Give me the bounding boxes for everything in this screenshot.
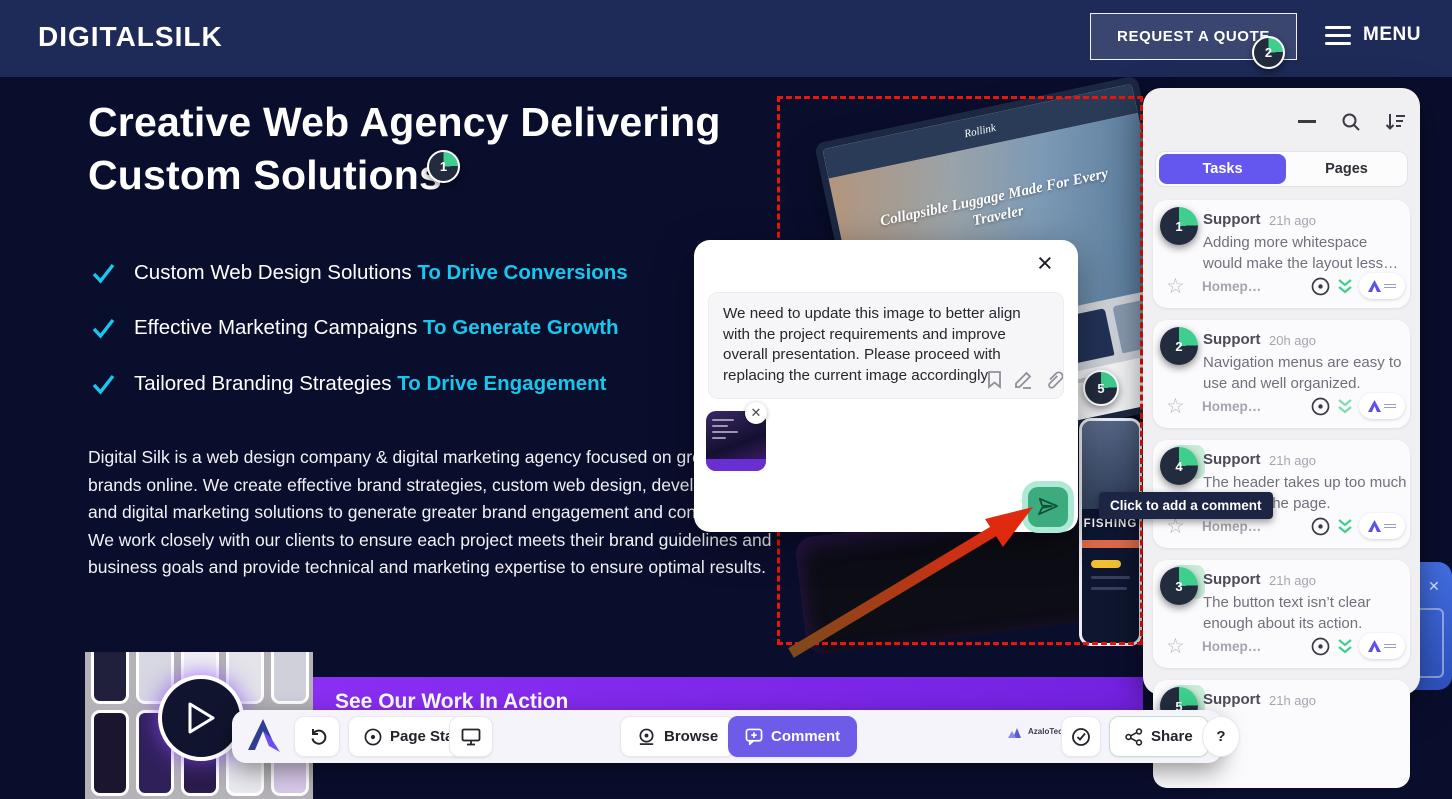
reload-button[interactable]	[294, 716, 340, 757]
task-text: Adding more whitespace would make the la…	[1203, 232, 1407, 274]
search-icon[interactable]	[1341, 112, 1361, 132]
task-pin: 1	[1160, 207, 1198, 245]
status-circle-icon[interactable]	[1311, 397, 1330, 416]
red-annotation-arrow	[785, 495, 1047, 661]
atarim-brand-pill	[1359, 273, 1405, 299]
share-button[interactable]: Share	[1109, 716, 1209, 757]
comment-bubble-icon	[745, 728, 763, 745]
hero-bullet-3: Tailored Branding Strategies To Drive En…	[92, 372, 606, 396]
minimize-icon[interactable]	[1298, 120, 1316, 123]
reload-icon	[308, 727, 327, 746]
browse-button[interactable]: Browse	[620, 716, 735, 757]
screen: Rollink Collapsible Luggage Made For Eve…	[0, 0, 1452, 799]
menu-button[interactable]: MENU	[1325, 24, 1421, 46]
double-chevron-down-icon[interactable]	[1337, 638, 1353, 655]
status-circle-icon	[364, 728, 382, 746]
atarim-logo-icon	[1368, 400, 1381, 412]
tab-pages[interactable]: Pages	[1286, 161, 1407, 177]
task-pin: 3	[1160, 567, 1198, 605]
task-card[interactable]: 1 Support 21h ago Adding more whitespace…	[1153, 200, 1410, 308]
status-circle-icon[interactable]	[1311, 517, 1330, 536]
device-preview-button[interactable]	[449, 716, 493, 757]
task-author: Support	[1203, 211, 1261, 228]
site-header: DIGITALSILK REQUEST A QUOTE MENU 2	[0, 0, 1452, 77]
comment-mode-button[interactable]: Comment	[728, 716, 857, 757]
task-time: 21h ago	[1269, 213, 1316, 228]
task-pin: 2	[1160, 327, 1198, 365]
toast-close-icon[interactable]: ✕	[1428, 578, 1440, 595]
task-pin: 4	[1160, 447, 1198, 485]
attachment-icon[interactable]	[1044, 370, 1063, 389]
bookmark-icon[interactable]	[986, 370, 1003, 389]
azalotech-logo-icon	[1008, 726, 1024, 738]
atarim-brand-pill	[1359, 393, 1405, 419]
check-circle-icon	[1071, 727, 1091, 747]
monitor-icon	[461, 728, 481, 746]
atarim-logo-icon[interactable]	[244, 718, 282, 754]
edit-pencil-icon[interactable]	[1014, 370, 1033, 389]
hero-bullet-2: Effective Marketing Campaigns To Generat…	[92, 316, 619, 340]
thumbnail-remove-icon[interactable]: ✕	[745, 402, 767, 424]
play-icon	[186, 701, 216, 735]
double-chevron-down-icon[interactable]	[1337, 398, 1353, 415]
sort-icon[interactable]	[1384, 112, 1406, 132]
double-chevron-down-icon[interactable]	[1337, 278, 1353, 295]
tab-tasks[interactable]: Tasks	[1159, 154, 1286, 184]
panel-tabs: Tasks Pages	[1155, 151, 1408, 187]
atarim-logo-icon	[1368, 640, 1381, 652]
star-icon[interactable]: ☆	[1166, 394, 1185, 419]
add-comment-tooltip: Click to add a comment	[1099, 492, 1273, 519]
status-circle-icon[interactable]	[1311, 277, 1330, 296]
check-icon	[92, 262, 115, 285]
task-page: Homep…	[1202, 279, 1261, 294]
task-card[interactable]: 2 Support 20h ago Navigation menus are e…	[1153, 320, 1410, 428]
site-logo[interactable]: DIGITALSILK	[38, 21, 223, 53]
comment-pin-5[interactable]: 5	[1083, 370, 1119, 406]
double-chevron-down-icon[interactable]	[1337, 518, 1353, 535]
comment-pin-1[interactable]: 1	[427, 150, 460, 183]
star-icon[interactable]: ☆	[1166, 274, 1185, 299]
comment-pin-2[interactable]: 2	[1252, 36, 1285, 69]
atarim-logo-icon	[1368, 280, 1381, 292]
atarim-logo-icon	[1368, 520, 1381, 532]
browse-icon	[637, 728, 656, 746]
check-icon	[92, 373, 115, 396]
hamburger-icon	[1325, 26, 1351, 45]
check-icon	[92, 317, 115, 340]
atarim-toolbar: Page Status Browse Comment Aza	[232, 710, 1222, 763]
task-card[interactable]: 3 Support 21h ago The button text isn’t …	[1153, 560, 1410, 668]
help-button[interactable]: ?	[1202, 716, 1240, 757]
hero-bullet-1: Custom Web Design Solutions To Drive Con…	[92, 261, 628, 285]
popup-close-icon[interactable]: ×	[1037, 250, 1053, 277]
atarim-brand-pill	[1359, 633, 1405, 659]
approve-button[interactable]	[1061, 716, 1101, 757]
question-icon: ?	[1216, 728, 1225, 745]
star-icon[interactable]: ☆	[1166, 634, 1185, 659]
status-circle-icon[interactable]	[1311, 637, 1330, 656]
hero-paragraph: Digital Silk is a web design company & d…	[88, 444, 778, 582]
atarim-brand-pill	[1359, 513, 1405, 539]
share-nodes-icon	[1125, 728, 1143, 746]
hero-title: Creative Web Agency Delivering Custom So…	[88, 96, 753, 202]
azalotech-brand: AzaloTech	[1008, 726, 1067, 738]
